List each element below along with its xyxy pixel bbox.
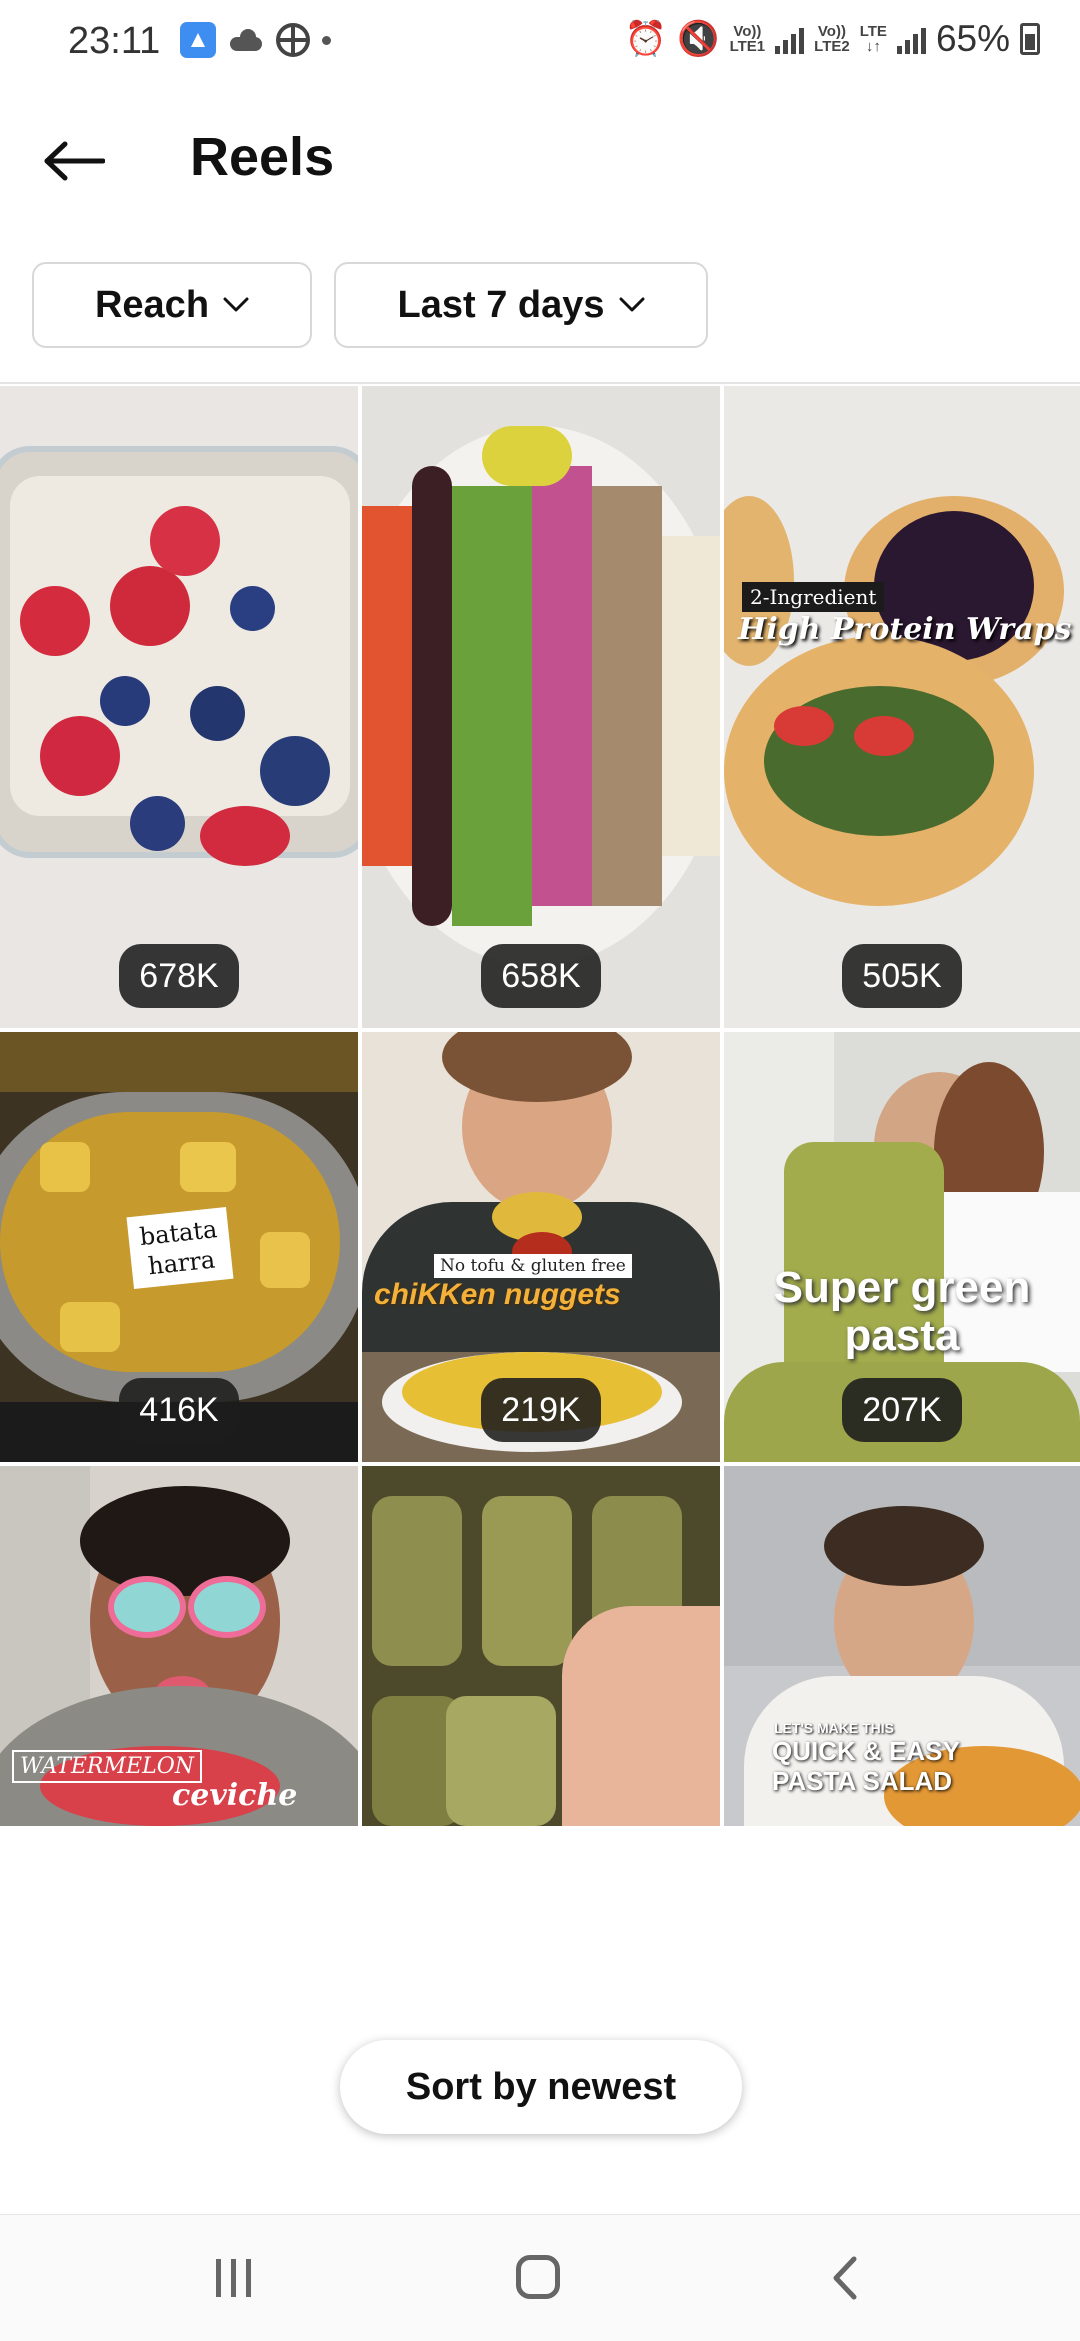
- mute-icon: 🔇: [677, 20, 720, 58]
- status-left-icons: ▲: [180, 22, 331, 58]
- reel-tile[interactable]: 2-Ingredient High Protein Wraps 505K: [724, 386, 1080, 1028]
- chevron-down-icon: [223, 297, 249, 312]
- status-bar: 23:11 ▲ ⏰ 🔇 Vo)) LTE1 Vo)) LTE2 LTE ↓↑ 65%: [0, 0, 1080, 84]
- reel-tile[interactable]: WATERMELON ceviche: [0, 1466, 358, 1826]
- reel-tile[interactable]: LET'S MAKE THIS QUICK & EASY PASTA SALAD: [724, 1466, 1080, 1826]
- signal-1-icon: [775, 24, 805, 54]
- sort-by-newest-button[interactable]: Sort by newest: [340, 2040, 742, 2134]
- page-title: Reels: [190, 127, 335, 187]
- alarm-icon: ⏰: [624, 20, 668, 58]
- period-filter-label: Last 7 days: [397, 283, 605, 326]
- network-2-label: Vo)) LTE2: [814, 23, 850, 55]
- filter-bar: Reach Last 7 days: [32, 262, 708, 350]
- cloud-icon: [228, 29, 264, 51]
- reach-count-badge: 658K: [481, 944, 601, 1008]
- reach-count-badge: 416K: [119, 1378, 239, 1442]
- metric-filter-dropdown[interactable]: Reach: [32, 262, 312, 348]
- battery-percent: 65%: [935, 18, 1010, 59]
- reel-tile[interactable]: 678K: [0, 386, 358, 1028]
- arrow-left-icon: [44, 141, 105, 181]
- reel-overlay-title: ceviche: [172, 1778, 298, 1813]
- battery-icon: [1020, 23, 1040, 55]
- chevron-down-icon: [619, 297, 644, 312]
- reel-thumbnail: [372, 1496, 462, 1666]
- signal-2-icon: [896, 24, 926, 54]
- reach-count-badge: 505K: [842, 944, 962, 1008]
- divider: [0, 382, 1080, 384]
- back-button[interactable]: [36, 126, 112, 196]
- home-icon[interactable]: [516, 2255, 560, 2299]
- lte-label: LTE ↓↑: [859, 23, 887, 55]
- reel-tile[interactable]: 658K: [362, 386, 720, 1028]
- more-notifications-dot-icon: [322, 35, 331, 45]
- reel-overlay-title: High Protein Wraps: [738, 612, 1072, 647]
- period-filter-dropdown[interactable]: Last 7 days: [334, 262, 708, 348]
- reel-tile[interactable]: No tofu & gluten free chiKKen nuggets 21…: [362, 1032, 720, 1462]
- reel-overlay-title: QUICK & EASY PASTA SALAD: [772, 1736, 960, 1796]
- system-navigation-bar: [0, 2214, 1080, 2341]
- app-notification-icon: [276, 23, 310, 57]
- reel-tile[interactable]: Super green pasta 207K: [724, 1032, 1080, 1462]
- reel-overlay-label: batata harra: [126, 1206, 234, 1290]
- reach-count-badge: 207K: [842, 1378, 962, 1442]
- reel-overlay-subtitle: 2-Ingredient: [742, 582, 885, 612]
- reach-count-badge: 219K: [481, 1378, 601, 1442]
- reel-overlay-title: chiKKen nuggets: [374, 1278, 621, 1311]
- reel-overlay-subtitle: No tofu & gluten free: [434, 1254, 632, 1278]
- rocket-app-icon: ▲: [180, 22, 216, 58]
- reel-tile[interactable]: [362, 1466, 720, 1826]
- metric-filter-label: Reach: [94, 283, 210, 326]
- status-right-icons: ⏰ 🔇 Vo)) LTE1 Vo)) LTE2 LTE ↓↑ 65%: [625, 18, 1040, 60]
- status-time: 23:11: [68, 20, 161, 62]
- reel-overlay-subtitle: LET'S MAKE THIS: [774, 1720, 894, 1736]
- reel-overlay-title: Super green pasta: [773, 1263, 1031, 1360]
- reel-tile[interactable]: batata harra 416K: [0, 1032, 358, 1462]
- reach-count-badge: 678K: [119, 944, 239, 1008]
- reels-grid: 678K 658K 2-Ingredient High Protein Wrap…: [0, 386, 1080, 2214]
- network-1-label: Vo)) LTE1: [729, 23, 766, 55]
- header: Reels: [0, 100, 1080, 220]
- back-icon[interactable]: [826, 2253, 866, 2303]
- recents-icon[interactable]: [216, 2259, 260, 2297]
